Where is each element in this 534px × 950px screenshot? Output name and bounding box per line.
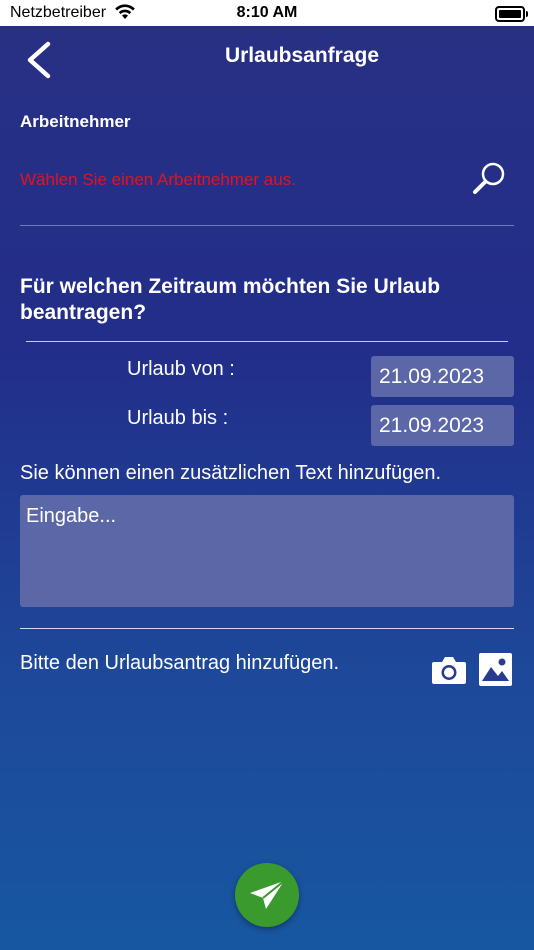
attachment-label: Bitte den Urlaubsantrag hinzufügen.: [20, 652, 340, 674]
employee-label: Arbeitnehmer: [20, 112, 131, 131]
clock: 8:10 AM: [236, 4, 298, 21]
paper-plane-icon: [250, 880, 285, 909]
send-button[interactable]: [235, 863, 299, 927]
search-icon[interactable]: [470, 160, 508, 198]
divider: [20, 628, 514, 629]
note-input[interactable]: [20, 495, 514, 607]
period-question: Für welchen Zeitraum möchten Sie Urlaub …: [20, 275, 441, 324]
battery-icon: [495, 6, 528, 22]
divider: [26, 341, 508, 342]
status-bar: Netzbetreiber 8:10 AM: [0, 0, 534, 26]
date-from-label: Urlaub von :: [127, 358, 235, 380]
image-icon[interactable]: [479, 653, 512, 686]
date-to-label: Urlaub bis :: [127, 407, 229, 429]
camera-icon[interactable]: [431, 655, 467, 685]
page-title: Urlaubsanfrage: [224, 44, 380, 67]
divider: [20, 225, 514, 226]
date-to-field[interactable]: 21.09.2023: [371, 405, 514, 446]
note-hint: Sie können einen zusätzlichen Text hinzu…: [20, 462, 442, 484]
vacation-request-screen: Urlaubsanfrage Arbeitnehmer Wählen Sie e…: [0, 26, 534, 950]
employee-select[interactable]: Wählen Sie einen Arbeitnehmer aus.: [20, 170, 296, 190]
date-from-field[interactable]: 21.09.2023: [371, 356, 514, 397]
